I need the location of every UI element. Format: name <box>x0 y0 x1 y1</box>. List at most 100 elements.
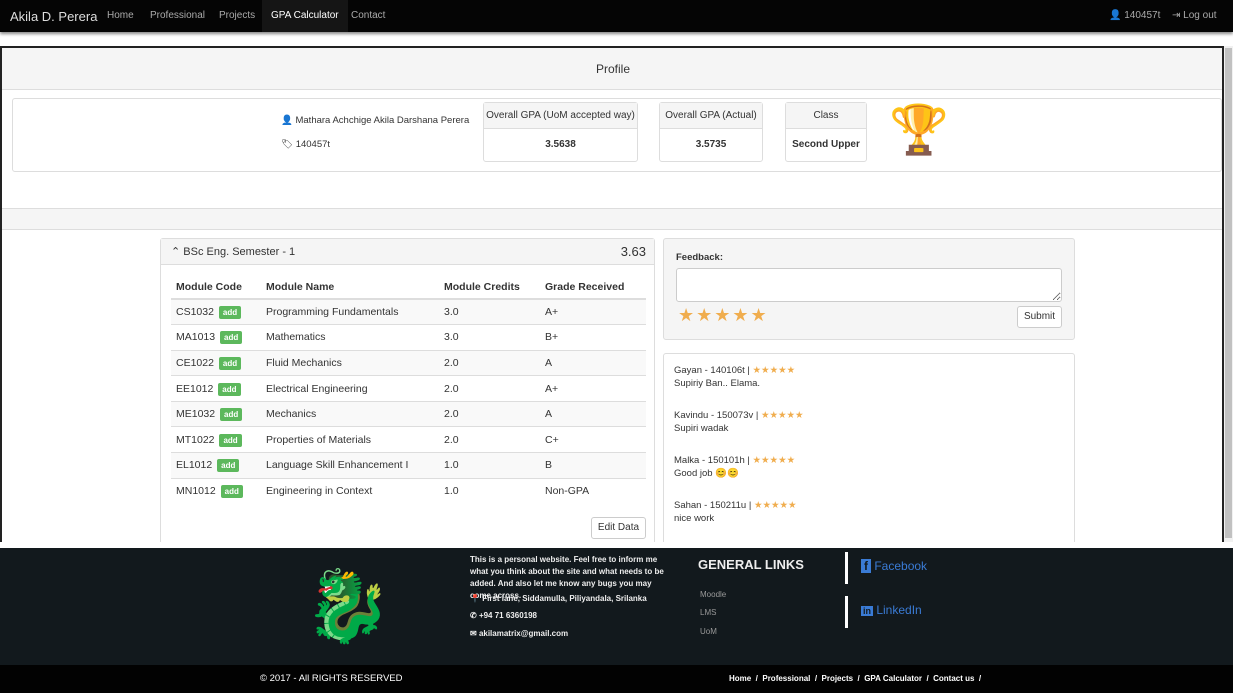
module-code: EL1012 add <box>171 452 261 479</box>
review-text: nice work <box>674 513 715 524</box>
nav-gpa-calculator[interactable]: GPA Calculator <box>262 0 348 32</box>
add-button[interactable]: add <box>220 408 243 422</box>
user-icon: 👤 <box>1109 10 1122 21</box>
nav-user[interactable]: 👤 140457t <box>1100 0 1169 32</box>
footer-email: ✉ akilamatrix@gmail.com <box>470 629 568 638</box>
semester-header[interactable]: ⌃ BSc Eng. Semester - 1 3.63 <box>161 239 654 265</box>
facebook-link[interactable]: f Facebook <box>861 559 927 573</box>
bottom-link[interactable]: Projects <box>822 674 854 683</box>
logout-icon: ⇥ <box>1172 10 1181 21</box>
module-name: Mechanics <box>261 400 439 427</box>
bottom-link[interactable]: Home <box>729 674 751 683</box>
navbar: Akila D. Perera Home Professional Projec… <box>0 0 1233 32</box>
add-button[interactable]: add <box>218 382 241 396</box>
rating-stars[interactable]: ★★★★★ <box>678 305 769 326</box>
divider-band <box>2 208 1222 230</box>
semester-title: BSc Eng. Semester - 1 <box>183 246 296 258</box>
link-uom[interactable]: UoM <box>700 627 717 636</box>
module-name: Properties of Materials <box>261 426 439 453</box>
trophy-icon: 🏆 <box>889 104 949 157</box>
separator: / <box>922 674 934 683</box>
divider <box>845 552 848 584</box>
nav-projects[interactable]: Projects <box>210 0 264 32</box>
profile-title: Profile <box>2 48 1222 90</box>
review-text: Supiriy Ban.. Elama. <box>674 378 761 389</box>
separator: / <box>751 674 763 683</box>
code-text: EE1012 <box>176 382 214 395</box>
email-text: akilamatrix@gmail.com <box>478 629 569 638</box>
table-row: ME1032 add Mechanics 2.0 A <box>171 400 646 427</box>
semester-panel: ⌃ BSc Eng. Semester - 1 3.63 Module Code … <box>160 238 655 542</box>
address-text: First lane, Siddamulla, Piliyandala, Sri… <box>482 594 647 603</box>
link-moodle[interactable]: Moodle <box>700 590 726 599</box>
separator: / <box>853 674 865 683</box>
copyright: © 2017 - All RIGHTS RESERVED <box>260 673 403 684</box>
profile-name: 👤 Mathara Achchige Akila Darshana Perera <box>281 115 469 126</box>
col-grade: Grade Received <box>540 275 646 300</box>
module-name: Fluid Mechanics <box>261 349 439 376</box>
add-button[interactable]: add <box>220 331 243 345</box>
footer: 🐉 This is a personal website. Feel free … <box>0 548 1233 665</box>
review-item: Malka - 150101h | ★★★★★ Good job 😊😊 <box>674 454 795 480</box>
code-text: EL1012 <box>176 459 213 472</box>
module-code: EE1012 add <box>171 375 261 402</box>
add-button[interactable]: add <box>220 485 243 499</box>
tag-icon: 🏷 <box>281 139 294 150</box>
add-button[interactable]: add <box>217 459 240 473</box>
nav-contact[interactable]: Contact <box>342 0 394 32</box>
linkedin-link[interactable]: in LinkedIn <box>861 603 922 617</box>
logout-link[interactable]: ⇥ Log out <box>1163 0 1226 32</box>
stat-gpa-actual: Overall GPA (Actual) 3.5735 <box>659 102 763 162</box>
table-row: CS1032 add Programming Fundamentals 3.0 … <box>171 298 646 325</box>
facebook-label: Facebook <box>874 559 928 573</box>
id-text: 140457t <box>295 139 331 150</box>
user-id: 140457t <box>1124 10 1161 21</box>
profile-card: 👤 Mathara Achchige Akila Darshana Perera… <box>12 98 1222 172</box>
stat-label: Overall GPA (UoM accepted way) <box>484 103 637 129</box>
module-credits: 2.0 <box>439 426 540 453</box>
logout-label: Log out <box>1183 10 1217 21</box>
module-credits: 2.0 <box>439 375 540 402</box>
feedback-input[interactable] <box>676 268 1062 302</box>
scrollbar-thumb[interactable] <box>1225 48 1232 538</box>
brand-link[interactable]: Akila D. Perera <box>10 9 97 24</box>
module-code: CS1032 add <box>171 298 261 325</box>
nav-home[interactable]: Home <box>98 0 143 32</box>
submit-button[interactable]: Submit <box>1017 306 1062 328</box>
bottom-bar: © 2017 - All RIGHTS RESERVED Home / Prof… <box>0 665 1233 693</box>
nav-professional[interactable]: Professional <box>141 0 214 32</box>
review-author: Kavindu - 150073v | <box>674 410 759 421</box>
col-credits: Module Credits <box>439 275 540 300</box>
phone-icon: ✆ <box>470 611 477 620</box>
module-code: MN1012 add <box>171 477 261 504</box>
separator: / <box>974 674 986 683</box>
col-module-code: Module Code <box>171 275 261 300</box>
bottom-link[interactable]: GPA Calculator <box>864 674 922 683</box>
module-credits: 2.0 <box>439 400 540 427</box>
add-button[interactable]: add <box>218 306 242 320</box>
module-grade: B+ <box>540 324 646 351</box>
edit-data-button[interactable]: Edit Data <box>591 517 646 539</box>
module-credits: 2.0 <box>439 349 540 376</box>
module-grade: A <box>540 349 646 376</box>
link-lms[interactable]: LMS <box>700 608 716 617</box>
map-marker-icon: 📍 <box>470 594 480 603</box>
bottom-link[interactable]: Contact us <box>933 674 974 683</box>
module-code: CE1022 add <box>171 349 261 376</box>
module-credits: 1.0 <box>439 452 540 479</box>
module-name: Engineering in Context <box>261 477 439 504</box>
semester-gpa: 3.63 <box>620 244 646 259</box>
code-text: MA1013 <box>176 331 216 344</box>
table-row: CE1022 add Fluid Mechanics 2.0 A <box>171 349 646 376</box>
review-text: Supiri wadak <box>674 423 729 434</box>
facebook-icon: f <box>861 559 871 573</box>
add-button[interactable]: add <box>219 433 242 447</box>
code-text: CS1032 <box>176 306 214 319</box>
bottom-link[interactable]: Professional <box>762 674 810 683</box>
review-stars: ★★★★★ <box>760 410 804 421</box>
module-grade: C+ <box>540 426 646 453</box>
table-row: MN1012 add Engineering in Context 1.0 No… <box>171 477 646 504</box>
separator: / <box>810 674 822 683</box>
add-button[interactable]: add <box>218 356 242 370</box>
envelope-icon: ✉ <box>470 629 477 638</box>
